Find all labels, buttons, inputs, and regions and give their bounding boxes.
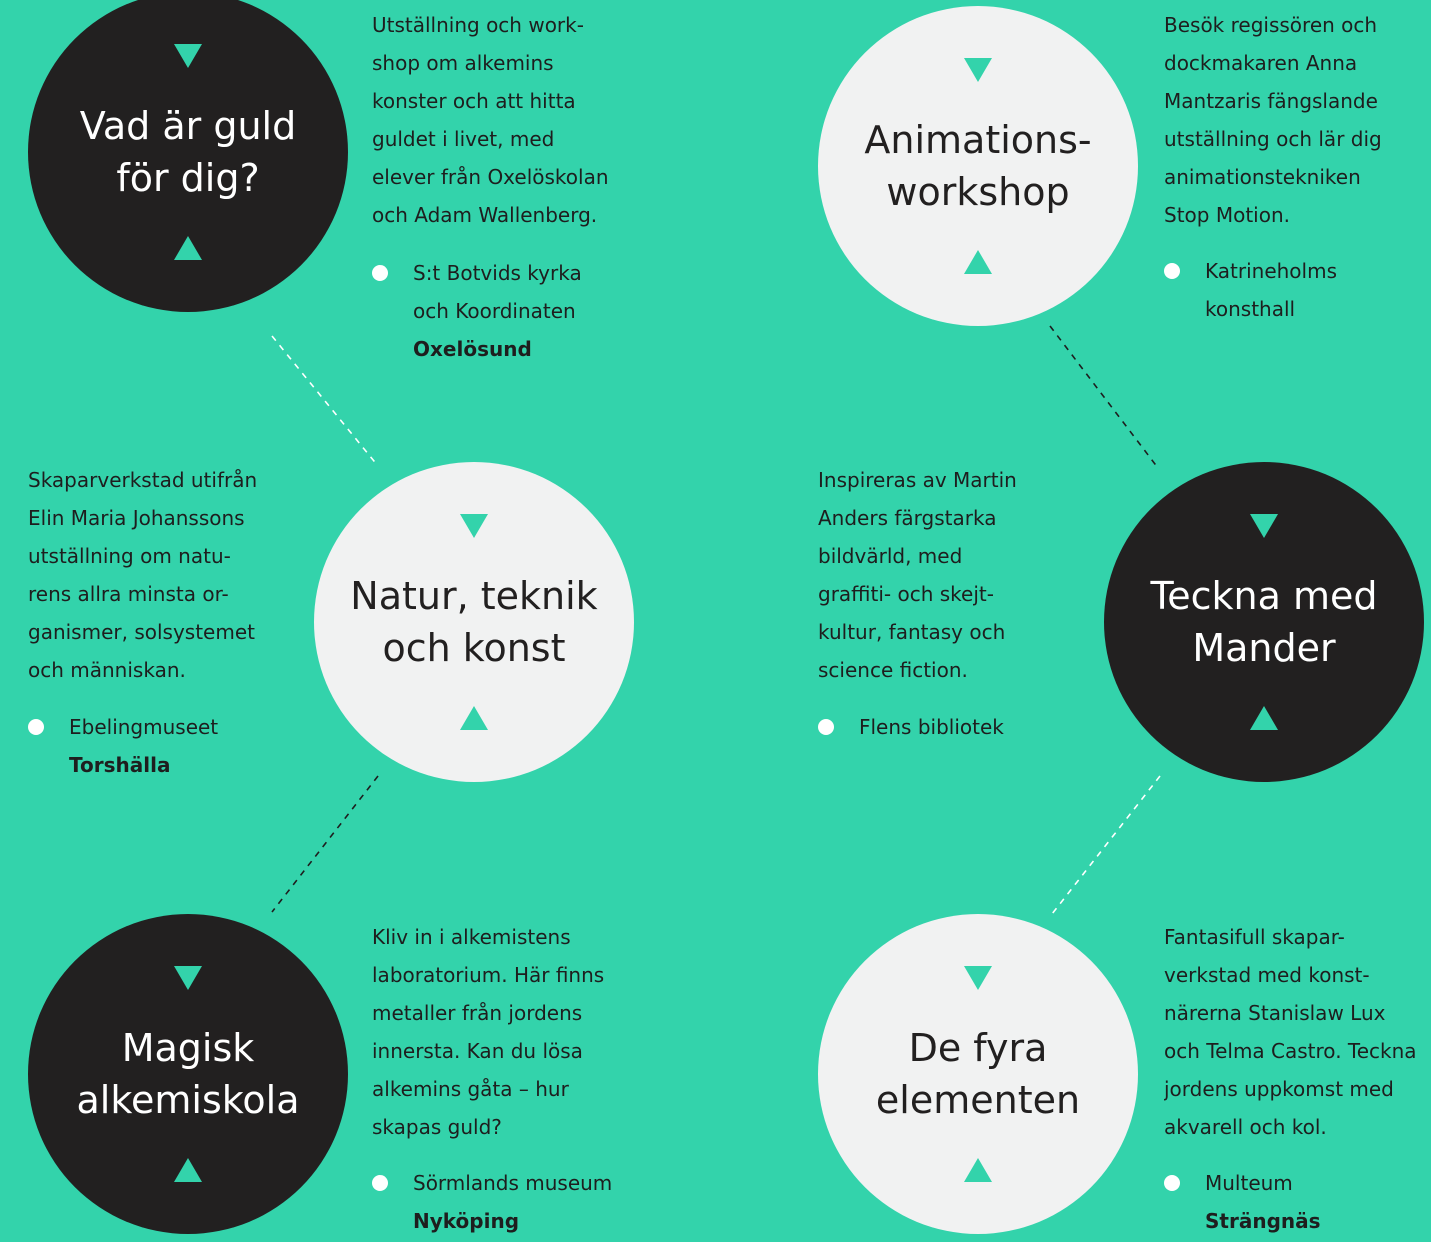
triangle-up-icon	[174, 1158, 202, 1182]
triangle-up-icon	[174, 236, 202, 260]
location-dot-icon	[372, 1175, 388, 1191]
location-dot-icon	[1164, 263, 1180, 279]
venue-name: konsthall	[1205, 297, 1296, 321]
event-description: Utställning och work-shop om alkemins ko…	[372, 13, 609, 227]
venue-name: Katrineholms	[1205, 259, 1337, 283]
event-circle-animationsworkshop[interactable]: Animations- workshop	[818, 6, 1138, 326]
event-title: Natur, teknik och konst	[350, 574, 598, 670]
venue-name: Ebelingmuseet	[69, 715, 219, 739]
event-circle-de-fyra-elementen[interactable]: De fyra elementen	[818, 914, 1138, 1234]
town-name: Torshälla	[69, 753, 171, 777]
event-circle-natur-teknik[interactable]: Natur, teknik och konst	[314, 462, 634, 782]
venue-name: och Koordinaten	[413, 299, 576, 323]
triangle-down-icon	[174, 966, 202, 990]
connector-line	[271, 775, 379, 913]
event-description: Besök regissören och dockmakaren Anna Man…	[1164, 13, 1382, 227]
town-name: Strängnäs	[1205, 1209, 1321, 1233]
event-circle-magisk-alkemiskola[interactable]: Magisk alkemiskola	[28, 914, 348, 1234]
event-description: Kliv in i alkemistens laboratorium. Här f…	[372, 925, 605, 1139]
event-circle-teckna-med-mander[interactable]: Teckna med Mander	[1104, 462, 1424, 782]
event-title: Teckna med Mander	[1150, 574, 1378, 670]
connector-line	[1051, 775, 1161, 915]
triangle-up-icon	[964, 250, 992, 274]
triangle-down-icon	[1250, 514, 1278, 538]
event-title: De fyra elementen	[875, 1026, 1081, 1122]
triangle-up-icon	[964, 1158, 992, 1182]
triangle-down-icon	[964, 58, 992, 82]
triangle-up-icon	[1250, 706, 1278, 730]
location-dot-icon	[818, 719, 834, 735]
event-description: Skaparverkstad utifrån Elin Maria Johanss…	[28, 468, 258, 682]
location-dot-icon	[372, 265, 388, 281]
event-title: Vad är guld för dig?	[79, 104, 297, 200]
venue-name: Sörmlands museum	[413, 1171, 613, 1195]
town-name: Oxelösund	[413, 337, 532, 361]
venue-name: Multeum	[1205, 1171, 1293, 1195]
event-title: Magisk alkemiskola	[76, 1026, 300, 1122]
location-dot-icon	[28, 719, 44, 735]
connector-line	[1049, 325, 1159, 469]
town-name: Nyköping	[413, 1209, 520, 1233]
venue-name: Flens bibliotek	[859, 715, 1004, 739]
connector-line	[271, 335, 379, 467]
triangle-down-icon	[460, 514, 488, 538]
venue-name: S:t Botvids kyrka	[413, 261, 582, 285]
triangle-down-icon	[964, 966, 992, 990]
event-description: Inspireras av Martin Anders färgstarka bi…	[818, 468, 1017, 682]
triangle-up-icon	[460, 706, 488, 730]
location-dot-icon	[1164, 1175, 1180, 1191]
event-circle-vad-ar-guld[interactable]: Vad är guld för dig?	[28, 0, 348, 312]
event-title: Animations- workshop	[864, 118, 1092, 214]
triangle-down-icon	[174, 44, 202, 68]
event-description: Fantasifull skapar-verkstad med konst- n…	[1164, 925, 1417, 1139]
